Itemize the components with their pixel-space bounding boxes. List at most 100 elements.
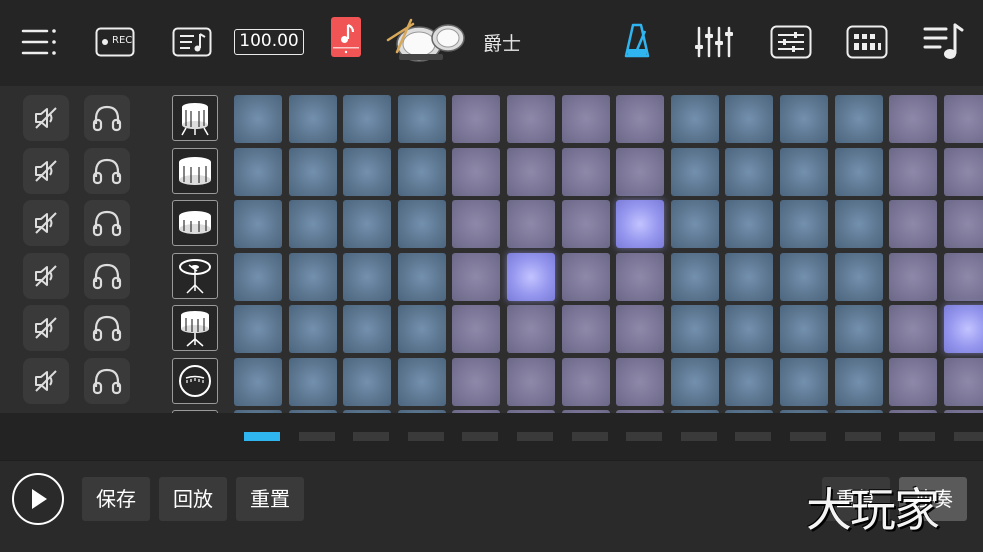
page-dot[interactable] (407, 432, 444, 441)
step-pad[interactable] (725, 252, 774, 301)
step-pad[interactable] (561, 305, 610, 353)
step-pad[interactable] (889, 305, 938, 353)
step-pad[interactable] (507, 200, 555, 248)
song-icon[interactable] (172, 25, 212, 59)
step-pad[interactable] (834, 95, 883, 143)
step-pad[interactable] (889, 357, 938, 406)
step-pad[interactable] (943, 200, 983, 248)
step-pad[interactable] (397, 252, 446, 301)
step-pad[interactable] (670, 95, 719, 143)
kit-name-label[interactable]: 爵士 (483, 29, 521, 56)
step-pad[interactable] (889, 200, 938, 248)
step-pad[interactable] (561, 200, 610, 248)
step-pad[interactable] (616, 95, 665, 143)
headphone-button[interactable] (84, 357, 130, 404)
step-pad[interactable] (616, 147, 665, 196)
step-pad[interactable] (616, 305, 665, 353)
step-pad[interactable] (561, 357, 610, 406)
step-pad[interactable] (670, 357, 719, 406)
step-pad[interactable] (889, 147, 938, 196)
step-pad[interactable] (725, 147, 774, 196)
play-button[interactable] (12, 473, 64, 525)
step-pad[interactable] (780, 95, 828, 143)
page-dot[interactable] (298, 432, 335, 441)
step-pad[interactable] (234, 95, 282, 143)
step-pad-active[interactable] (616, 200, 665, 248)
step-pad[interactable] (452, 357, 501, 406)
page-dot[interactable] (571, 432, 608, 441)
step-pad[interactable] (834, 357, 883, 406)
step-pad[interactable] (507, 357, 555, 406)
step-pad[interactable] (397, 147, 446, 196)
reset-button[interactable]: 重置 (236, 477, 304, 521)
mute-button[interactable] (23, 252, 69, 299)
page-dot[interactable] (735, 432, 772, 441)
step-pad[interactable] (397, 200, 446, 248)
step-pad[interactable] (834, 252, 883, 301)
step-pad[interactable] (507, 147, 555, 196)
step-pad[interactable] (834, 200, 883, 248)
step-pad[interactable] (234, 305, 282, 353)
step-pad[interactable] (234, 357, 282, 406)
step-pad[interactable] (780, 357, 828, 406)
step-pad[interactable] (780, 305, 828, 353)
step-pad[interactable] (561, 147, 610, 196)
step-pad[interactable] (943, 252, 983, 301)
save-button[interactable]: 保存 (82, 477, 150, 521)
step-pad[interactable] (561, 252, 610, 301)
step-pad[interactable] (889, 252, 938, 301)
snare-drum-icon[interactable] (172, 147, 218, 194)
record-button[interactable]: REC (94, 25, 136, 59)
step-pad[interactable] (343, 147, 392, 196)
grid-icon[interactable] (846, 24, 888, 60)
step-pad[interactable] (616, 357, 665, 406)
step-pad[interactable] (343, 95, 392, 143)
mute-button[interactable] (23, 200, 69, 246)
step-pad[interactable] (343, 357, 392, 406)
step-pad[interactable] (507, 95, 555, 143)
step-pad[interactable] (943, 147, 983, 196)
step-pad[interactable] (234, 147, 282, 196)
mute-button[interactable] (23, 95, 69, 141)
mute-button[interactable] (23, 305, 69, 351)
page-dot[interactable] (844, 432, 881, 441)
mute-button[interactable] (23, 357, 69, 404)
step-pad[interactable] (288, 200, 337, 248)
step-pad[interactable] (343, 305, 392, 353)
page-dot-active[interactable] (244, 432, 280, 441)
step-pad[interactable] (670, 305, 719, 353)
page-dot[interactable] (790, 432, 826, 441)
step-pad[interactable] (343, 200, 392, 248)
step-pad[interactable] (725, 305, 774, 353)
step-pad-active[interactable] (943, 305, 983, 353)
menu-icon[interactable] (20, 24, 58, 60)
step-pad[interactable] (834, 147, 883, 196)
step-pad[interactable] (670, 147, 719, 196)
step-pad[interactable] (452, 252, 501, 301)
step-pad[interactable] (780, 252, 828, 301)
step-pad[interactable] (288, 305, 337, 353)
step-pad[interactable] (288, 357, 337, 406)
step-pad[interactable] (288, 95, 337, 143)
step-pad[interactable] (452, 200, 501, 248)
headphone-button[interactable] (84, 305, 130, 351)
page-dot[interactable] (517, 432, 553, 441)
headphone-button[interactable] (84, 252, 130, 299)
step-pad[interactable] (452, 305, 501, 353)
playback-button[interactable]: 回放 (159, 477, 227, 521)
step-pad[interactable] (452, 147, 501, 196)
step-pad[interactable] (452, 95, 501, 143)
page-dot[interactable] (353, 432, 390, 441)
step-pad-active[interactable] (507, 252, 555, 301)
step-pad[interactable] (507, 305, 555, 353)
headphone-button[interactable] (84, 95, 130, 141)
step-pad[interactable] (725, 95, 774, 143)
step-pad[interactable] (943, 95, 983, 143)
tempo-display[interactable]: 100.00 (234, 29, 304, 55)
page-dot[interactable] (953, 432, 983, 441)
cymbal-icon[interactable] (172, 252, 218, 299)
step-pad[interactable] (288, 252, 337, 301)
step-pad[interactable] (234, 200, 282, 248)
page-dot[interactable] (626, 432, 663, 441)
step-pad[interactable] (397, 357, 446, 406)
